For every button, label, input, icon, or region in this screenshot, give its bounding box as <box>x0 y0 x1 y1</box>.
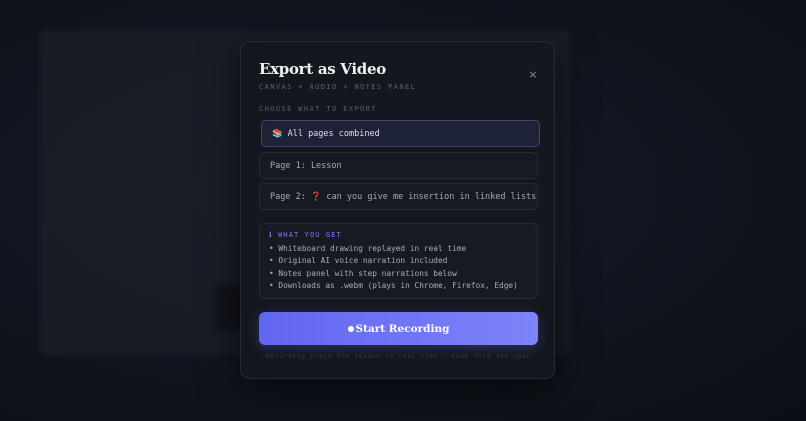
info-item: • Original AI voice narration included <box>269 256 448 266</box>
info-item: • Whiteboard drawing replayed in real ti… <box>269 244 467 253</box>
start-recording-button[interactable]: Start Recording <box>259 312 538 345</box>
export-video-dialog: Export as Video CANVAS + AUDIO + NOTES P… <box>240 41 555 379</box>
info-title: ℹ WHAT YOU GET <box>269 231 342 239</box>
option-page-2[interactable]: Page 2: ❓ can you give me insertion in l… <box>259 183 538 210</box>
option-label: Page 1: Lesson <box>270 160 342 171</box>
option-label: All pages combined <box>287 128 380 139</box>
start-recording-label: Start Recording <box>355 322 450 335</box>
books-icon: 📚 <box>272 128 283 139</box>
dialog-title: Export as Video <box>259 60 386 78</box>
close-icon[interactable]: × <box>526 68 540 82</box>
export-section-label: CHOOSE WHAT TO EXPORT <box>259 105 377 113</box>
option-all-pages[interactable]: 📚 All pages combined <box>261 120 540 147</box>
dialog-subtitle: CANVAS + AUDIO + NOTES PANEL <box>259 83 417 91</box>
option-prefix: Page 2: <box>270 191 306 202</box>
record-dot-icon <box>347 325 354 332</box>
what-you-get-box: ℹ WHAT YOU GET • Whiteboard drawing repl… <box>259 223 538 299</box>
question-mark-icon: ❓ <box>310 191 322 202</box>
info-item: • Downloads as .webm (plays in Chrome, F… <box>269 280 518 290</box>
option-page-1[interactable]: Page 1: Lesson <box>259 152 538 179</box>
option-label: can you give me insertion in linked list… <box>326 191 537 202</box>
recording-footnote: Recording plays the lesson in real time … <box>266 353 531 360</box>
info-item: • Notes panel with step narrations below <box>269 268 457 278</box>
